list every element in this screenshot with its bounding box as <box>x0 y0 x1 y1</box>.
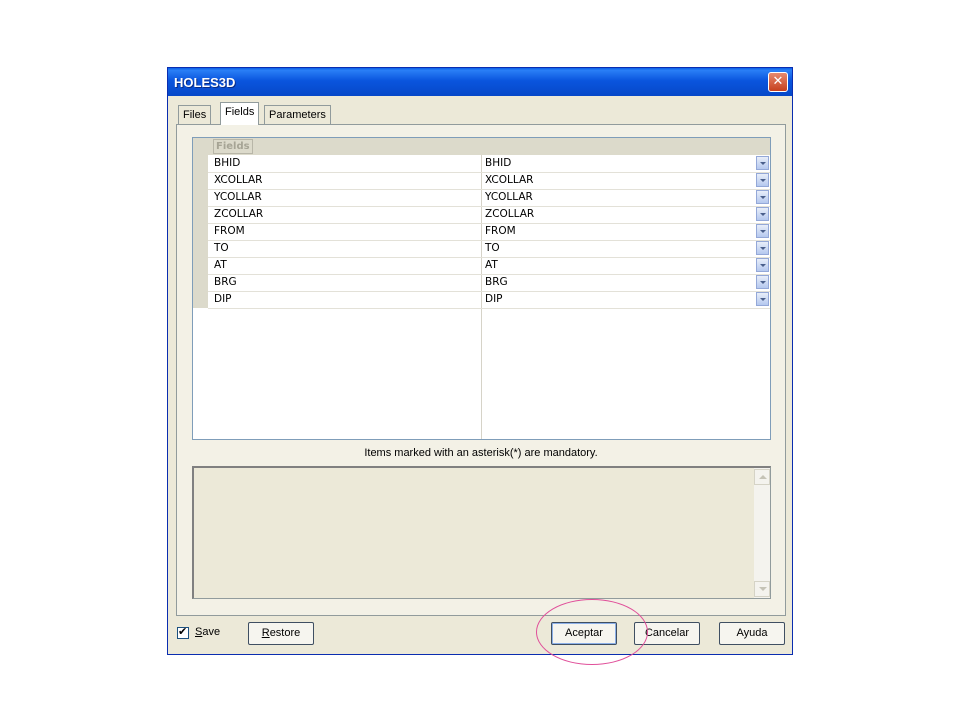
table-row[interactable]: TO TO <box>208 240 770 258</box>
tab-files[interactable]: Files <box>178 105 212 124</box>
chevron-down-icon[interactable] <box>756 241 769 255</box>
restore-button[interactable]: Restore <box>248 622 314 645</box>
table-row[interactable]: ZCOLLAR ZCOLLAR <box>208 206 770 224</box>
field-name-cell: TO <box>214 242 229 254</box>
chevron-down-icon[interactable] <box>756 292 769 306</box>
fields-tab-panel: Fields BHID BHID XCOLLAR XCOLLAR YCOLLAR YCOL… <box>176 124 786 616</box>
description-box <box>192 466 771 599</box>
title-bar[interactable]: HOLES3D ✕ <box>168 68 792 96</box>
field-value-cell[interactable]: BHID <box>485 157 511 169</box>
grid-group-header: Fields <box>193 138 770 155</box>
save-label-rest: ave <box>202 626 221 638</box>
scroll-up-icon[interactable] <box>754 469 770 485</box>
field-value-cell[interactable]: AT <box>485 259 498 271</box>
restore-label-rest: estore <box>269 627 301 639</box>
field-name-cell: ZCOLLAR <box>214 208 264 220</box>
tab-parameters[interactable]: Parameters <box>264 105 331 124</box>
chevron-down-icon[interactable] <box>756 190 769 204</box>
fields-grid: Fields BHID BHID XCOLLAR XCOLLAR YCOLLAR YCOL… <box>192 137 771 440</box>
field-name-cell: DIP <box>214 293 232 305</box>
scroll-down-icon[interactable] <box>754 581 770 597</box>
grid-group-label: Fields <box>213 139 253 154</box>
field-name-cell: XCOLLAR <box>214 174 263 186</box>
window-title: HOLES3D <box>174 75 236 90</box>
chevron-down-icon[interactable] <box>756 207 769 221</box>
vertical-scrollbar[interactable] <box>754 468 770 598</box>
field-value-cell[interactable]: XCOLLAR <box>485 174 533 186</box>
check-icon: ✔ <box>178 625 188 638</box>
save-checkbox[interactable]: ✔ <box>177 625 189 639</box>
restore-mnemonic: R <box>261 627 270 639</box>
grid-gutter <box>193 138 208 308</box>
mandatory-note: Items marked with an asterisk(*) are man… <box>364 447 598 459</box>
field-value-cell[interactable]: DIP <box>485 293 503 305</box>
field-value-cell[interactable]: FROM <box>485 225 516 237</box>
table-row[interactable]: BHID BHID <box>208 155 770 173</box>
accept-button[interactable]: Aceptar <box>551 622 617 645</box>
table-row[interactable]: DIP DIP <box>208 291 770 309</box>
close-button[interactable]: ✕ <box>768 72 788 92</box>
save-label: Save <box>195 626 220 638</box>
table-row[interactable]: BRG BRG <box>208 274 770 292</box>
field-value-cell[interactable]: TO <box>485 242 500 254</box>
field-value-cell[interactable]: ZCOLLAR <box>485 208 534 220</box>
field-name-cell: AT <box>214 259 227 271</box>
chevron-down-icon[interactable] <box>756 275 769 289</box>
restore-button-label: Restore <box>262 627 301 639</box>
field-name-cell: FROM <box>214 225 245 237</box>
tab-fields[interactable]: Fields <box>220 102 260 125</box>
table-row[interactable]: FROM FROM <box>208 223 770 241</box>
help-button[interactable]: Ayuda <box>719 622 785 645</box>
table-row[interactable]: YCOLLAR YCOLLAR <box>208 189 770 207</box>
cancel-button[interactable]: Cancelar <box>634 622 700 645</box>
field-name-cell: YCOLLAR <box>214 191 262 203</box>
table-row[interactable]: XCOLLAR XCOLLAR <box>208 172 770 190</box>
chevron-down-icon[interactable] <box>756 224 769 238</box>
field-name-cell: BHID <box>214 157 241 169</box>
holes3d-dialog: HOLES3D ✕ Files Fields Parameters Fields… <box>167 67 793 655</box>
chevron-down-icon[interactable] <box>756 173 769 187</box>
chevron-down-icon[interactable] <box>756 156 769 170</box>
table-row[interactable]: AT AT <box>208 257 770 275</box>
chevron-down-icon[interactable] <box>756 258 769 272</box>
field-value-cell[interactable]: YCOLLAR <box>485 191 533 203</box>
field-name-cell: BRG <box>214 276 237 288</box>
field-value-cell[interactable]: BRG <box>485 276 508 288</box>
